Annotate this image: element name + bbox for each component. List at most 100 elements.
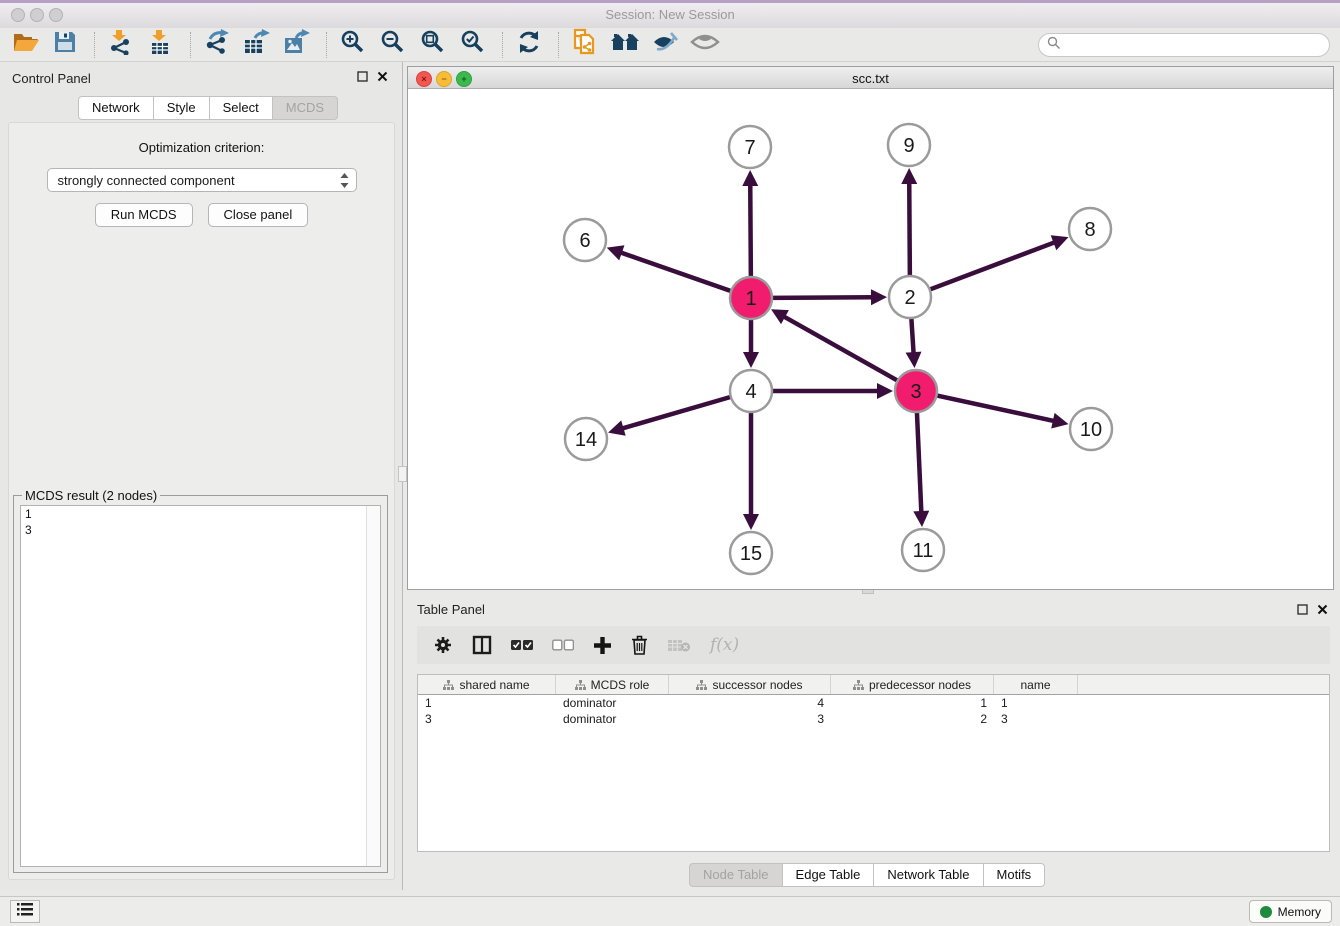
- column-header-mcds-role[interactable]: MCDS role: [556, 675, 669, 694]
- show-column-button[interactable]: [472, 635, 492, 655]
- apply-function-button[interactable]: f(x): [710, 635, 739, 655]
- column-header-name[interactable]: name: [994, 675, 1078, 694]
- open-folder-icon: [12, 31, 39, 58]
- graph-edge-2-3[interactable]: [911, 318, 913, 354]
- zoom-selected-button[interactable]: [458, 31, 488, 59]
- hide-graphics-details-button[interactable]: [650, 31, 680, 59]
- export-image-button[interactable]: [282, 31, 312, 59]
- result-line: 3: [21, 522, 380, 538]
- cell-successor-nodes: 3: [669, 712, 831, 726]
- mcds-tab-content: Optimization criterion: strongly connect…: [8, 122, 395, 880]
- graph-edge-arrowhead: [742, 170, 758, 186]
- graph-edge-arrowhead: [871, 289, 887, 305]
- delete-row-button[interactable]: [631, 635, 648, 655]
- graph-edge-1-2[interactable]: [772, 297, 873, 298]
- zoom-in-button[interactable]: [338, 31, 368, 59]
- select-all-checks-button[interactable]: [511, 639, 533, 651]
- graph-edge-2-8[interactable]: [930, 242, 1056, 290]
- task-history-button[interactable]: [10, 900, 40, 923]
- memory-button[interactable]: Memory: [1249, 900, 1332, 923]
- toolbar-separator: [94, 32, 96, 58]
- tab-style[interactable]: Style: [154, 96, 210, 120]
- graph-edge-1-6[interactable]: [620, 252, 731, 291]
- import-table-icon: [148, 29, 174, 60]
- search-input[interactable]: [1066, 37, 1329, 53]
- cell-predecessor-nodes: 2: [831, 712, 994, 726]
- table-panel-tabs: Node Table Edge Table Network Table Moti…: [689, 863, 1045, 887]
- home-layout-button[interactable]: [610, 31, 640, 59]
- delete-table-button[interactable]: [667, 637, 691, 653]
- deselect-all-checks-button[interactable]: [552, 639, 574, 651]
- table-panel-title: Table Panel: [417, 602, 485, 617]
- tab-motifs[interactable]: Motifs: [984, 863, 1046, 887]
- float-panel-icon[interactable]: [355, 69, 370, 84]
- column-header-predecessor-nodes[interactable]: predecessor nodes: [831, 675, 994, 694]
- float-table-panel-icon[interactable]: [1295, 602, 1310, 617]
- show-graphics-details-button[interactable]: [690, 31, 720, 59]
- graph-edge-arrowhead: [743, 514, 759, 530]
- toolbar-separator: [558, 32, 560, 58]
- zoom-fit-button[interactable]: [418, 31, 448, 59]
- table-row[interactable]: 1 dominator 4 1 1: [418, 695, 1329, 711]
- graph-edge-arrowhead: [607, 245, 625, 260]
- column-header-shared-name[interactable]: shared name: [418, 675, 556, 694]
- eye-slash-icon: [651, 31, 679, 58]
- open-session-button[interactable]: [10, 31, 40, 59]
- search-field[interactable]: [1038, 33, 1330, 57]
- tab-mcds[interactable]: MCDS: [273, 96, 338, 120]
- import-table-button[interactable]: [146, 31, 176, 59]
- export-table-button[interactable]: [242, 31, 272, 59]
- network-window-titlebar[interactable]: × − + scc.txt: [408, 67, 1333, 89]
- list-icon: [17, 903, 33, 921]
- column-label: successor nodes: [712, 678, 802, 692]
- node-table[interactable]: shared name MCDS role successor nodes pr…: [417, 674, 1330, 852]
- column-header-successor-nodes[interactable]: successor nodes: [669, 675, 831, 694]
- close-table-panel-icon[interactable]: [1315, 602, 1330, 617]
- add-row-button[interactable]: [593, 636, 612, 655]
- mcds-result-text-area[interactable]: 1 3: [20, 505, 381, 867]
- table-settings-button[interactable]: [433, 635, 453, 655]
- cell-mcds-role: dominator: [556, 696, 669, 710]
- cell-name: 3: [994, 712, 1078, 726]
- table-row[interactable]: 3 dominator 3 2 3: [418, 711, 1329, 727]
- criterion-dropdown[interactable]: strongly connected component: [47, 168, 357, 192]
- column-label: shared name: [459, 678, 529, 692]
- tab-node-table[interactable]: Node Table: [689, 863, 783, 887]
- import-network-button[interactable]: [106, 31, 136, 59]
- zoom-out-button[interactable]: [378, 31, 408, 59]
- run-mcds-button[interactable]: Run MCDS: [95, 203, 193, 227]
- cell-shared-name: 1: [418, 696, 556, 710]
- graph-edge-4-14[interactable]: [622, 397, 731, 429]
- node-table-header: shared name MCDS role successor nodes pr…: [418, 675, 1329, 695]
- tab-select[interactable]: Select: [210, 96, 273, 120]
- graph-edge-3-1[interactable]: [783, 316, 897, 381]
- graph-edge-arrowhead: [913, 511, 929, 527]
- vertical-splitter-grip[interactable]: [398, 466, 407, 482]
- result-scrollbar[interactable]: [366, 506, 380, 866]
- tab-edge-table[interactable]: Edge Table: [783, 863, 875, 887]
- window-title: Session: New Session: [0, 7, 1340, 22]
- tab-network[interactable]: Network: [78, 96, 154, 120]
- graph-node-label: 8: [1084, 219, 1095, 241]
- graph-edge-1-7[interactable]: [750, 184, 751, 277]
- graph-edge-arrowhead: [877, 383, 893, 399]
- refresh-view-button[interactable]: [514, 31, 544, 59]
- double-home-icon: [610, 31, 640, 58]
- save-session-button[interactable]: [50, 31, 80, 59]
- graph-edge-3-10[interactable]: [937, 395, 1055, 421]
- status-bar: Memory: [0, 896, 1340, 926]
- export-image-icon: [283, 29, 311, 60]
- graph-node-label: 10: [1080, 419, 1102, 441]
- close-panel-icon[interactable]: [375, 69, 390, 84]
- graph-edge-2-9[interactable]: [909, 182, 910, 276]
- tab-network-table[interactable]: Network Table: [874, 863, 983, 887]
- graph-node-label: 9: [903, 135, 914, 157]
- mcds-result-title: MCDS result (2 nodes): [22, 488, 160, 503]
- graph-edge-3-11[interactable]: [917, 412, 921, 513]
- copy-current-view-button[interactable]: [570, 31, 600, 59]
- export-network-button[interactable]: [202, 31, 232, 59]
- window-titlebar: Session: New Session: [0, 0, 1340, 29]
- network-graph[interactable]: 7968124314101511: [408, 89, 1333, 589]
- close-panel-button[interactable]: Close panel: [208, 203, 309, 227]
- cell-shared-name: 3: [418, 712, 556, 726]
